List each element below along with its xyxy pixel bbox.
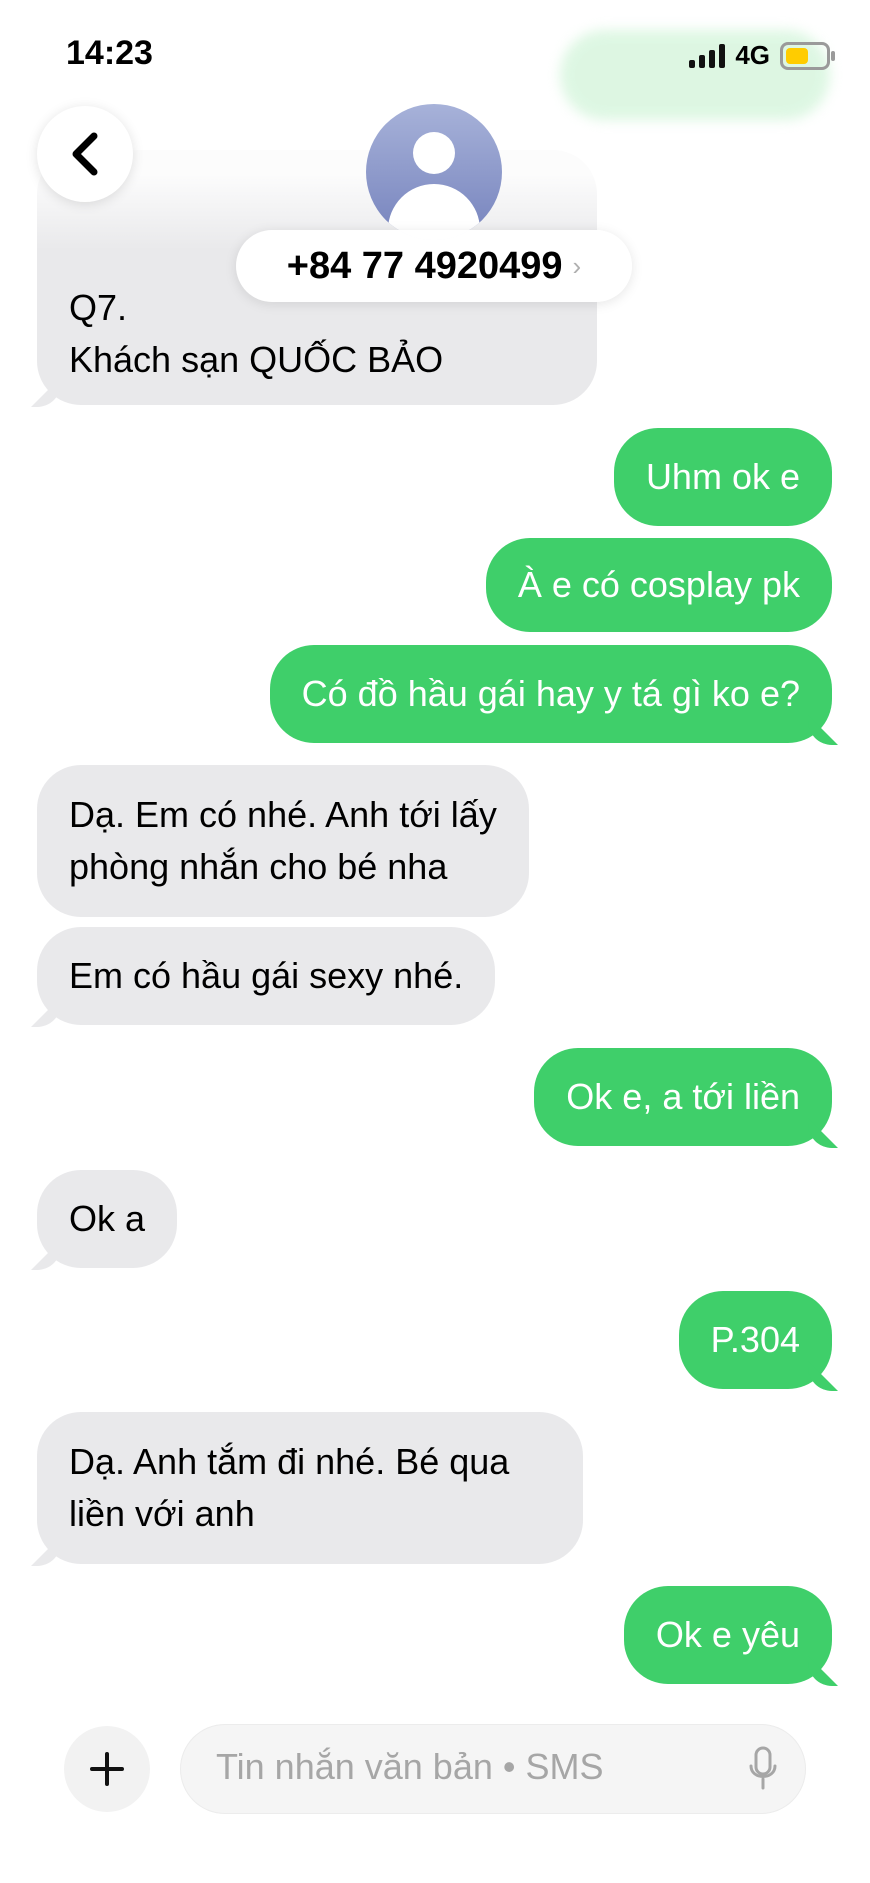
message-bubble-outgoing[interactable]: Ok e yêu [623, 1586, 832, 1684]
message-line: Ok a [69, 1198, 146, 1239]
message-bubble-incoming[interactable]: Dạ. Em có nhé. Anh tới lấy phòng nhắn ch… [37, 765, 529, 917]
message-line: Dạ. Em có nhé. Anh tới lấy [69, 794, 497, 835]
message-bubble-outgoing[interactable]: À e có cosplay pk [485, 538, 832, 632]
signal-icon [689, 43, 726, 68]
message-line: phòng nhắn cho bé nha [69, 846, 448, 887]
message-bubble-outgoing[interactable]: Ok e, a tới liền [534, 1048, 832, 1146]
message-line: Uhm ok e [645, 456, 800, 497]
message-bubble-outgoing[interactable]: Có đồ hầu gái hay y tá gì ko e? [269, 645, 832, 743]
microphone-icon[interactable] [748, 1746, 778, 1792]
status-indicators: 4G [689, 40, 835, 71]
message-line: P.304 [710, 1319, 800, 1360]
message-bubble-outgoing[interactable]: P.304 [678, 1291, 832, 1389]
message-input[interactable]: Tin nhắn văn bản • SMS [180, 1724, 806, 1814]
battery-icon [780, 41, 835, 70]
chevron-right-icon: › [572, 250, 582, 281]
message-line: À e có cosplay pk [517, 564, 800, 605]
message-bubble-incoming[interactable]: Ok a [37, 1170, 178, 1268]
message-line: Dạ. Anh tắm đi nhé. Bé qua [69, 1441, 510, 1482]
contact-header-button[interactable]: +84 77 4920499 › [236, 230, 632, 302]
add-attachment-button[interactable] [64, 1726, 150, 1812]
message-bubble-incoming[interactable]: Em có hầu gái sexy nhé. [37, 927, 496, 1025]
message-line: Khách sạn QUỐC BẢO [69, 339, 444, 380]
message-bubble-outgoing[interactable]: Uhm ok e [613, 428, 832, 526]
network-type: 4G [735, 40, 770, 70]
back-chevron-icon [72, 132, 98, 176]
plus-icon [90, 1752, 124, 1786]
message-line: Em có hầu gái sexy nhé. [69, 955, 464, 996]
status-time: 14:23 [66, 34, 153, 72]
message-line: Ok e yêu [655, 1614, 800, 1655]
contact-name: +84 77 4920499 [286, 244, 563, 287]
message-input-placeholder: Tin nhắn văn bản • SMS [216, 1746, 604, 1787]
message-line: Ok e, a tới liền [566, 1076, 800, 1117]
message-line: liền với anh [69, 1493, 255, 1534]
back-button[interactable] [37, 106, 133, 202]
message-line: Có đồ hầu gái hay y tá gì ko e? [301, 673, 800, 714]
avatar-icon[interactable] [366, 104, 502, 240]
message-bubble-incoming[interactable]: Dạ. Anh tắm đi nhé. Bé qua liền với anh [37, 1412, 583, 1564]
status-bar: 14:23 4G [0, 0, 870, 100]
